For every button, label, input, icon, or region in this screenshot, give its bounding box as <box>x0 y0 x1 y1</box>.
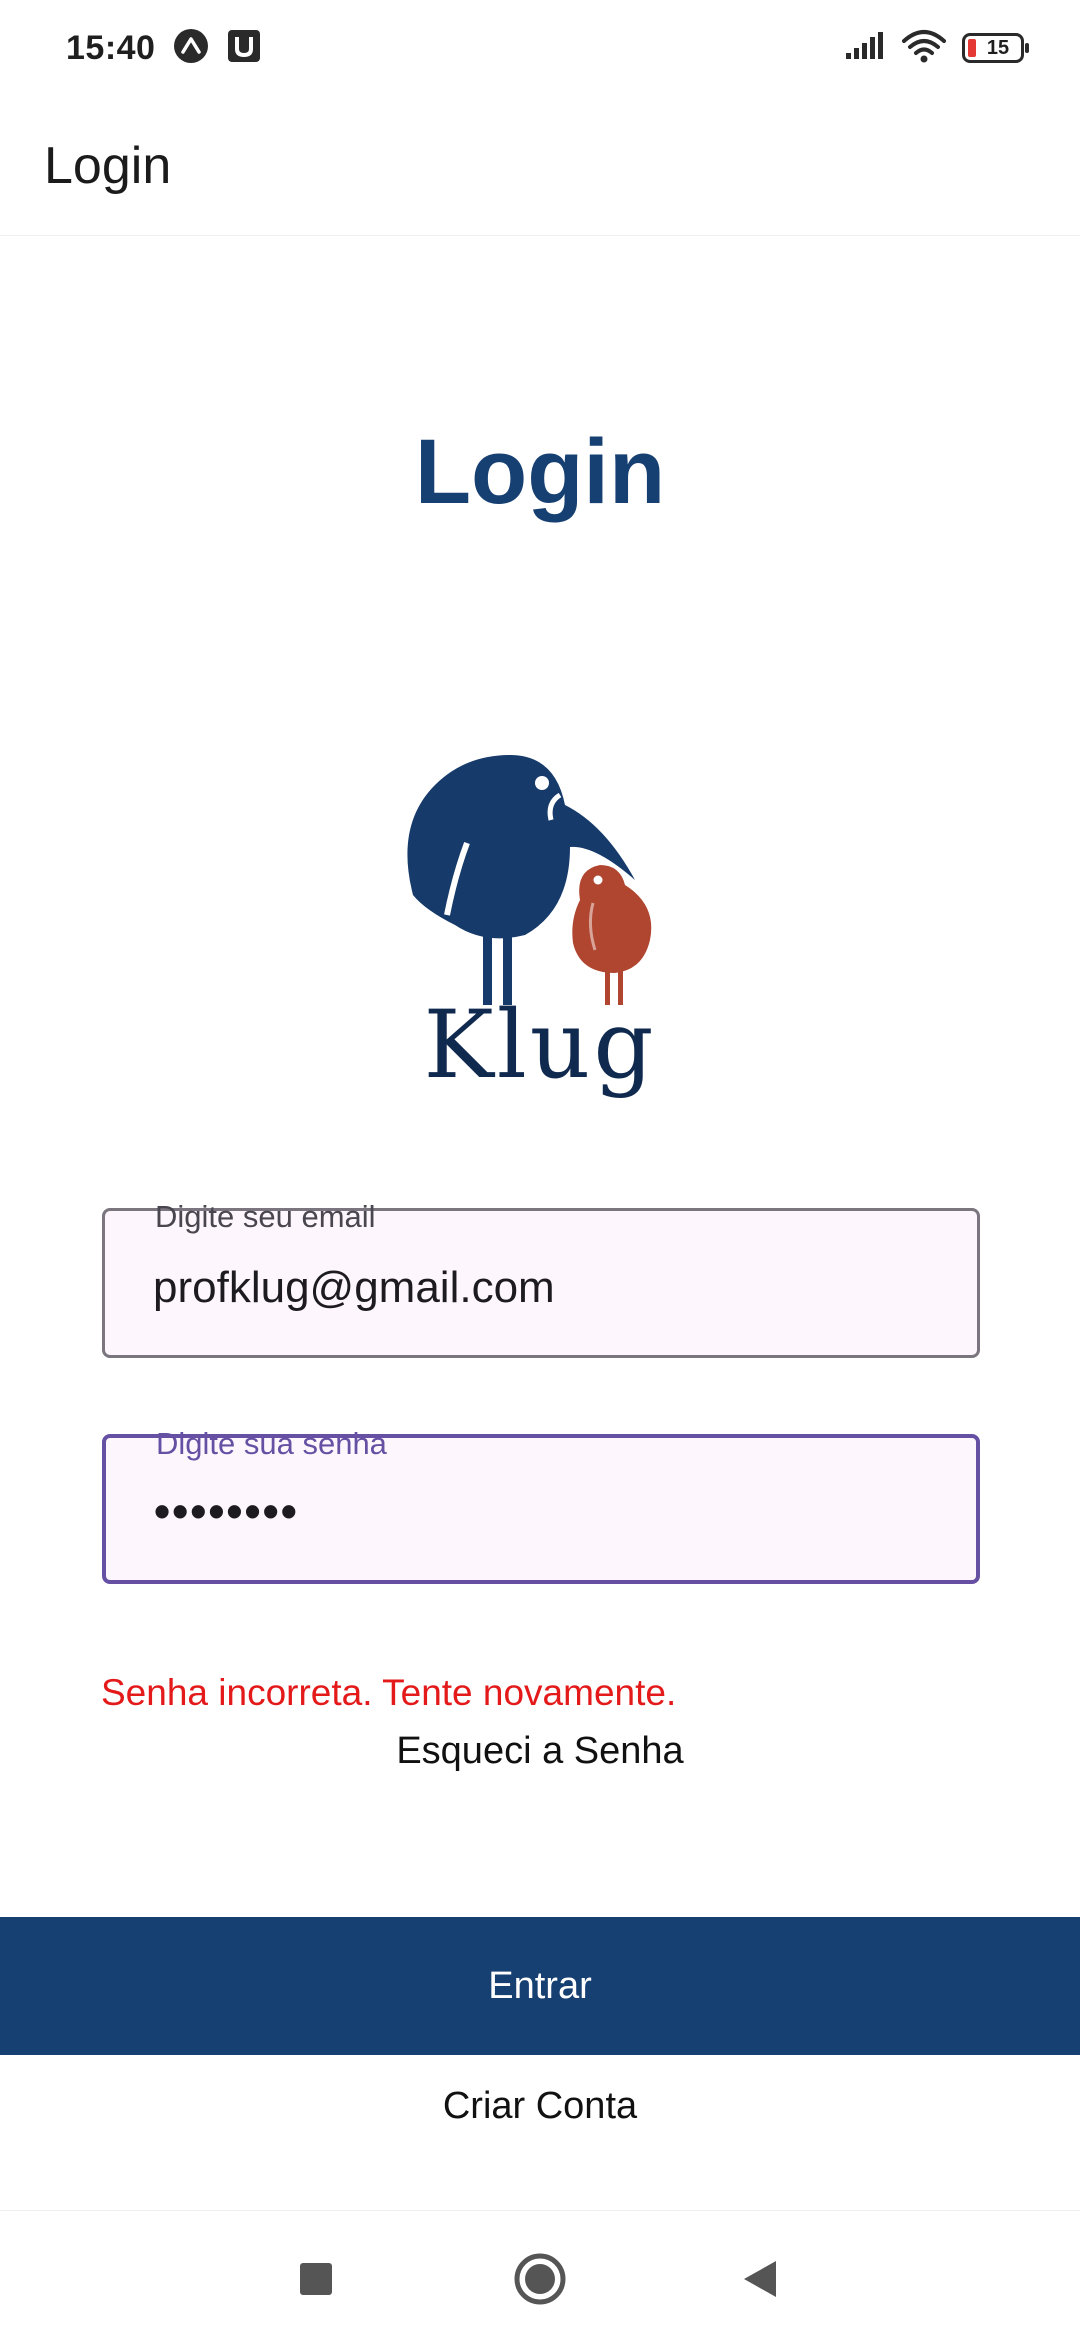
app-bar: Login <box>0 96 1080 236</box>
page-title: Login <box>414 421 666 523</box>
status-left: 15:40 <box>66 28 261 69</box>
password-field[interactable]: Digite sua senha <box>102 1426 980 1584</box>
forgot-password-link[interactable]: Esqueci a Senha <box>0 1730 1080 1773</box>
recents-button[interactable] <box>276 2239 356 2319</box>
logo-wordmark: Klug <box>423 991 657 1100</box>
create-account-link[interactable]: Criar Conta <box>0 2085 1080 2128</box>
signal-icon <box>844 31 886 66</box>
status-right: 15 <box>844 29 1029 68</box>
login-screen: 15:40 15 Login Login Klug Digite seu ema… <box>0 0 1080 2340</box>
home-button[interactable] <box>500 2239 580 2319</box>
email-input[interactable] <box>153 1263 933 1313</box>
status-time: 15:40 <box>66 28 156 67</box>
triangle-back-icon <box>744 2261 776 2297</box>
circle-home-icon <box>514 2253 566 2305</box>
wifi-icon <box>902 29 946 68</box>
app-bar-title: Login <box>44 136 172 195</box>
battery-icon: 15 <box>962 33 1029 63</box>
navigation-bar <box>0 2210 1080 2340</box>
password-field-label: Digite sua senha <box>156 1426 387 1461</box>
password-input[interactable] <box>154 1484 934 1538</box>
arc-icon <box>173 28 209 69</box>
back-button[interactable] <box>720 2239 800 2319</box>
email-field[interactable]: Digite seu email <box>102 1199 980 1358</box>
battery-level-fill <box>968 39 976 57</box>
status-bar: 15:40 15 <box>0 0 1080 96</box>
battery-level-text: 15 <box>986 36 1010 59</box>
error-message: Senha incorreta. Tente novamente. <box>101 1672 677 1713</box>
login-button[interactable]: Entrar <box>0 1917 1080 2055</box>
u-icon <box>227 29 261 68</box>
square-recents-icon <box>300 2263 332 2295</box>
klug-logo: Klug <box>395 695 685 1115</box>
email-field-label: Digite seu email <box>155 1199 376 1234</box>
